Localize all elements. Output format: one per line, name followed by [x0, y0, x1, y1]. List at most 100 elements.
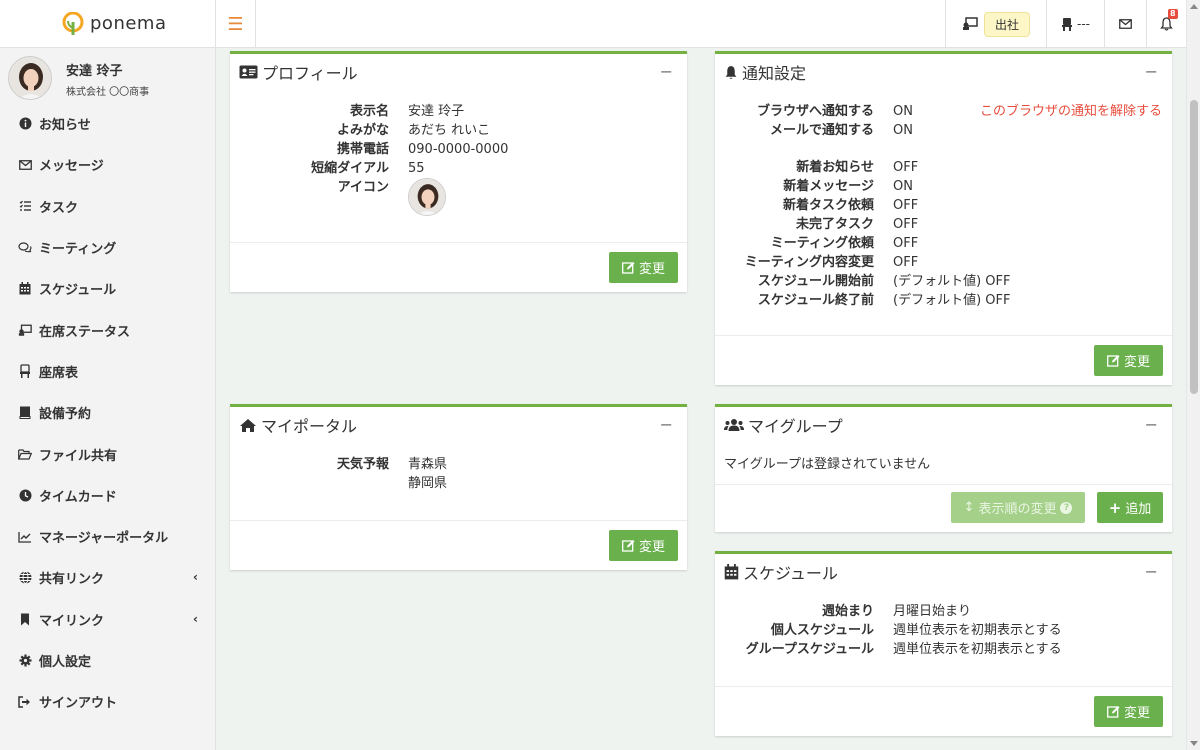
page-scrollbar[interactable] — [1186, 0, 1200, 750]
scrollbar-thumb[interactable] — [1190, 100, 1198, 394]
button-label: 変更 — [1123, 706, 1150, 721]
mail-button[interactable] — [1104, 0, 1146, 48]
schedule-card: スケジュール − 週始まり 月曜日始まり 個人スケジュール 週単位表示を初期表示… — [715, 551, 1172, 736]
field-label: ブラウザへ通知する — [756, 104, 874, 119]
sidebar-item-manager-portal[interactable]: マネージャーポータル — [0, 516, 216, 557]
menu-toggle-button[interactable]: ☰ — [216, 0, 256, 48]
field-value: 週単位表示を初期表示とする — [893, 642, 1062, 657]
sidebar-item-meetings[interactable]: ミーティング — [0, 227, 216, 268]
minimize-icon[interactable]: − — [1145, 62, 1158, 81]
sidebar-item-label: マネージャーポータル — [39, 531, 169, 547]
chevron-left-icon: ‹ — [193, 611, 198, 626]
user-name: 安達 玲子 — [66, 64, 123, 79]
edit-icon — [1107, 706, 1120, 718]
bell-icon — [1160, 17, 1173, 31]
presence-icon — [18, 323, 32, 337]
sidebar-item-label: 座席表 — [39, 365, 79, 381]
field-value: 090-0000-0000 — [408, 142, 509, 157]
field-value: 55 — [408, 161, 425, 176]
card-title: プロフィール — [262, 64, 358, 83]
sidebar-item-schedule[interactable]: スケジュール — [0, 268, 216, 309]
sidebar-item-settings[interactable]: 個人設定 — [0, 640, 216, 681]
presence-status-button[interactable]: 出社 — [945, 0, 1046, 48]
field-value: OFF — [893, 198, 919, 213]
sidebar-item-tasks[interactable]: タスク — [0, 186, 216, 227]
minimize-icon[interactable]: − — [660, 62, 673, 81]
field-value: あだち れいこ — [408, 123, 491, 138]
sidebar-item-timecard[interactable]: タイムカード — [0, 475, 216, 516]
field-value: ON — [893, 123, 913, 138]
field-label: よみがな — [336, 123, 389, 138]
sidebar-item-label: ファイル共有 — [39, 448, 118, 464]
sidebar-item-label: ミーティング — [39, 242, 117, 258]
card-footer: ↕ 表示順の変更 ? + 追加 — [715, 484, 1172, 532]
field-label: スケジュール終了前 — [757, 293, 874, 308]
seat-icon — [1062, 18, 1072, 31]
card-footer: 変更 — [715, 335, 1172, 385]
minimize-icon[interactable]: − — [1145, 562, 1158, 581]
card-header: マイポータル − — [230, 407, 687, 443]
bell-icon — [725, 65, 737, 79]
edit-portal-button[interactable]: 変更 — [609, 530, 678, 561]
seat-button[interactable]: --- — [1046, 0, 1104, 48]
sidebar-item-signout[interactable]: サインアウト — [0, 681, 216, 722]
card-header: プロフィール − — [230, 54, 687, 90]
sidebar-nav: お知らせ メッセージ タスク ミーティング スケジュール 在席ステータス 座席表 — [0, 103, 216, 722]
field-label: 表示名 — [349, 104, 389, 119]
calendar-icon — [724, 564, 739, 580]
users-icon — [724, 419, 744, 431]
logo[interactable]: ponema — [0, 0, 216, 48]
info-icon — [18, 117, 32, 131]
notification-settings-card: 通知設定 − ブラウザへ通知する ON このブラウザの通知を解除する メールで通… — [715, 51, 1172, 385]
unsubscribe-browser-link[interactable]: このブラウザの通知を解除する — [980, 102, 1162, 121]
scroll-down-arrow-icon[interactable] — [1190, 741, 1198, 746]
sidebar-item-files[interactable]: ファイル共有 — [0, 433, 216, 474]
sidebar-item-seating[interactable]: 座席表 — [0, 351, 216, 392]
field-label: 天気予報 — [336, 457, 389, 472]
globe-icon — [18, 571, 32, 585]
notification-count-badge: 8 — [1168, 9, 1178, 19]
help-icon: ? — [1060, 501, 1073, 514]
edit-notification-button[interactable]: 変更 — [1094, 345, 1163, 376]
bookmark-icon — [18, 612, 32, 626]
sidebar-item-facility[interactable]: 設備予約 — [0, 392, 216, 433]
minimize-icon[interactable]: − — [660, 415, 673, 434]
field-value: OFF — [893, 217, 919, 232]
card-header: マイグループ − — [715, 407, 1172, 443]
sidebar-item-label: タイムカード — [39, 489, 117, 505]
app-name: ponema — [90, 13, 167, 34]
edit-icon — [1107, 355, 1120, 367]
sidebar-item-messages[interactable]: メッセージ — [0, 144, 216, 185]
profile-avatar — [408, 178, 446, 216]
notification-button[interactable]: 8 — [1146, 0, 1186, 48]
field-label: 個人スケジュール — [770, 623, 874, 638]
user-company: 株式会社 〇〇商事 — [66, 87, 150, 98]
sidebar-item-my-links[interactable]: マイリンク ‹ — [0, 599, 216, 640]
sort-icon: ↕ — [963, 500, 975, 515]
seat-label: --- — [1077, 17, 1090, 31]
edit-profile-button[interactable]: 変更 — [609, 252, 678, 283]
edit-schedule-button[interactable]: 変更 — [1094, 696, 1163, 727]
card-title: スケジュール — [743, 564, 838, 583]
logo-icon — [62, 12, 84, 35]
field-value: ON — [893, 104, 913, 119]
reorder-groups-button[interactable]: ↕ 表示順の変更 ? — [951, 492, 1085, 523]
hamburger-icon: ☰ — [227, 13, 244, 35]
sidebar-item-shared-links[interactable]: 共有リンク ‹ — [0, 557, 216, 598]
sidebar-item-label: 在席ステータス — [39, 324, 131, 340]
add-group-button[interactable]: + 追加 — [1097, 492, 1163, 523]
user-panel[interactable]: 安達 玲子 株式会社 〇〇商事 — [8, 56, 208, 100]
scroll-up-arrow-icon[interactable] — [1190, 4, 1198, 9]
field-label: 携帯電話 — [336, 142, 389, 157]
sidebar-item-presence[interactable]: 在席ステータス — [0, 309, 216, 350]
chart-icon — [18, 530, 32, 544]
top-bar: ponema ☰ 出社 --- 8 — [0, 0, 1200, 48]
gear-icon — [18, 654, 32, 668]
card-footer: 変更 — [230, 520, 687, 570]
card-header: 通知設定 − — [715, 54, 1172, 90]
field-value: OFF — [893, 255, 919, 270]
sidebar-item-info[interactable]: お知らせ — [0, 103, 216, 144]
profile-card: プロフィール − 表示名 安達 玲子 よみがな あだち れいこ 携帯電話 090… — [230, 51, 687, 292]
minimize-icon[interactable]: − — [1145, 415, 1158, 434]
button-label: 追加 — [1125, 502, 1152, 517]
